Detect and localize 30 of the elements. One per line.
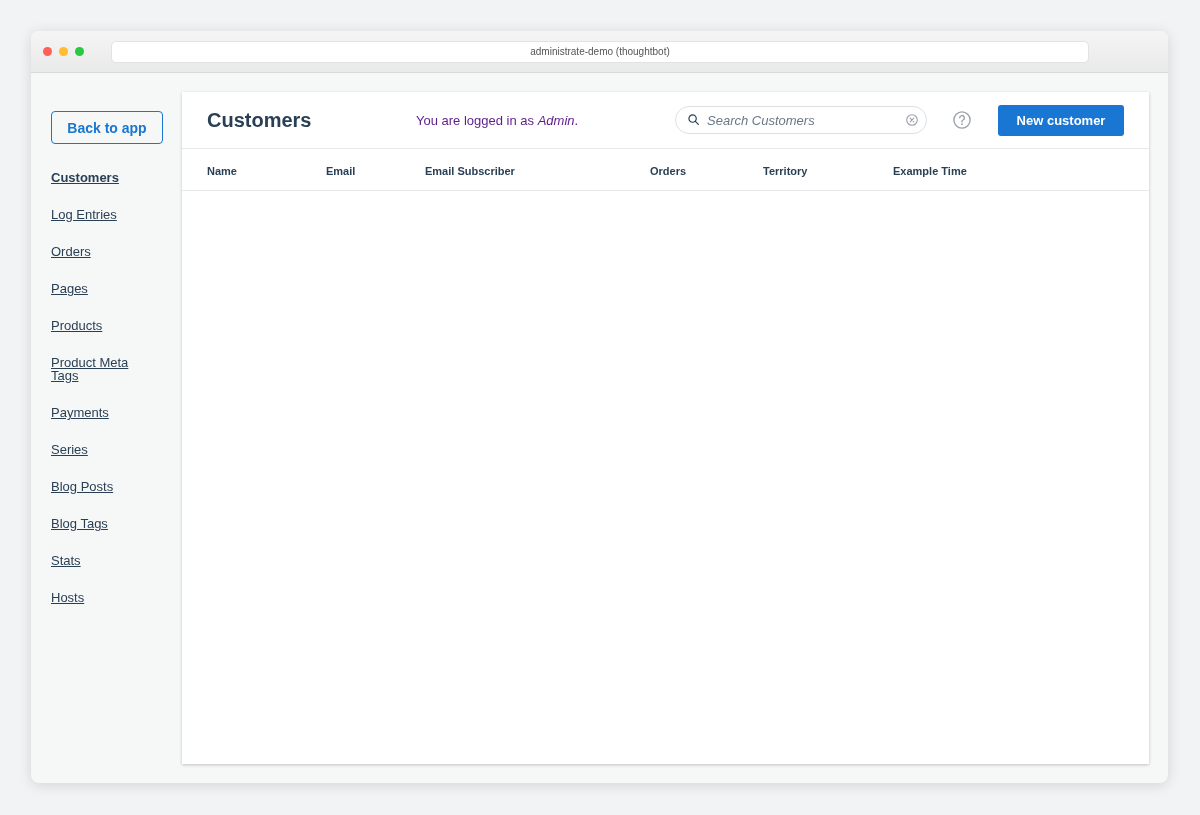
search-field[interactable]: Search Customers (675, 106, 927, 134)
back-to-app-button[interactable]: Back to app (51, 111, 163, 144)
sidebar-link[interactable]: Log Entries (51, 208, 117, 221)
sidebar-link[interactable]: Orders (51, 245, 91, 258)
address-bar[interactable]: administrate-demo (thoughtbot) (111, 40, 1089, 63)
clear-icon[interactable] (906, 114, 918, 126)
sidebar-link[interactable]: Customers (51, 171, 119, 184)
login-notice: You are logged in as Admin. (416, 112, 579, 128)
new-customer-button[interactable]: New customer (998, 104, 1124, 136)
window-maximize-icon[interactable] (75, 47, 84, 56)
window-minimize-icon[interactable] (59, 47, 68, 56)
sidebar-link[interactable]: Hosts (51, 591, 85, 604)
column-header[interactable]: Email Subscriber (425, 164, 515, 177)
page-title: Customers (207, 108, 312, 132)
sidebar-link[interactable]: Payments (51, 406, 109, 419)
window-close-icon[interactable] (43, 47, 52, 56)
sidebar-link[interactable]: Blog Posts (51, 480, 114, 493)
column-header[interactable]: Email (326, 164, 356, 177)
help-icon[interactable] (953, 111, 971, 129)
sidebar-link[interactable]: Pages (51, 282, 88, 295)
column-header[interactable]: Example Time (893, 164, 967, 177)
column-header[interactable]: Name (207, 164, 237, 177)
sidebar-link[interactable]: Products (51, 319, 103, 332)
sidebar-link[interactable]: Stats (51, 554, 81, 567)
sidebar-link[interactable]: Blog Tags (51, 517, 108, 530)
sidebar-link[interactable]: Product Meta Tags (51, 356, 139, 382)
search-icon (688, 114, 699, 125)
column-header[interactable]: Orders (650, 164, 687, 177)
sidebar-link[interactable]: Series (51, 443, 88, 456)
column-header[interactable]: Territory (763, 164, 808, 177)
